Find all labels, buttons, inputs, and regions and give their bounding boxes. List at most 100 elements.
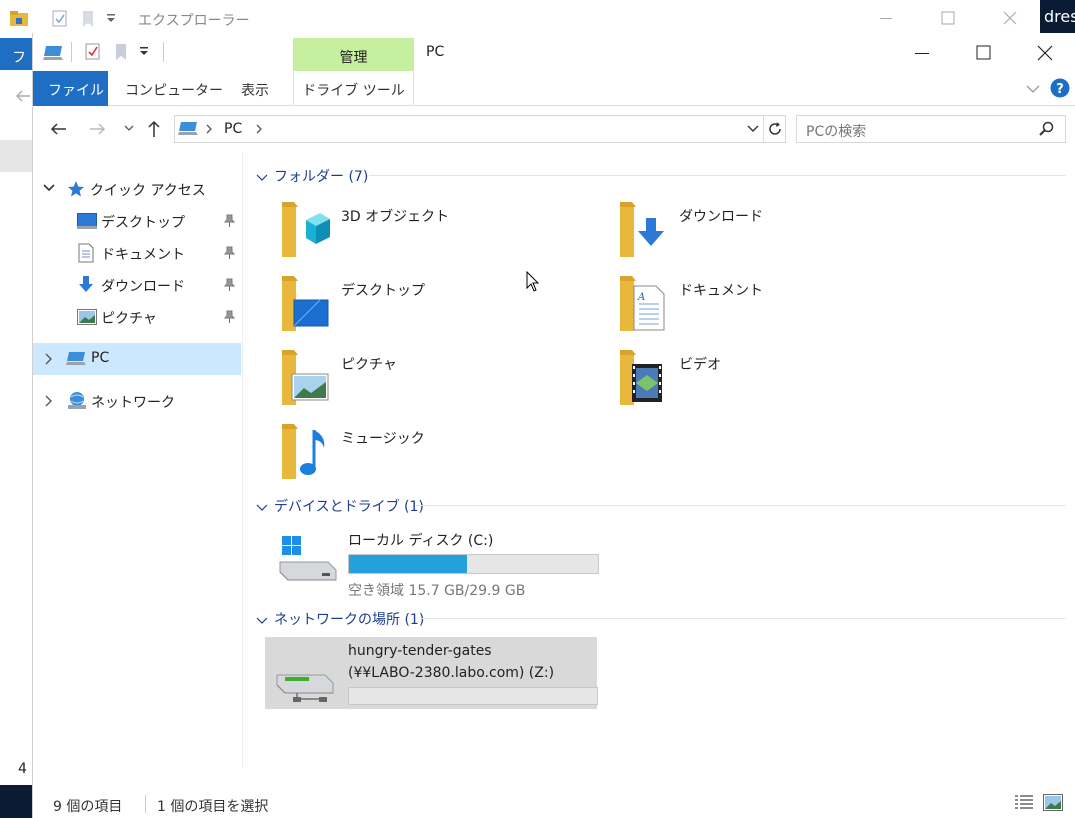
pin-icon[interactable] <box>223 310 235 324</box>
sidebar-item-downloads[interactable]: ダウンロード <box>33 269 241 301</box>
background-file-tab: ファ <box>0 38 34 70</box>
tab-computer[interactable]: コンピューター <box>125 71 223 106</box>
computer-icon <box>66 351 88 367</box>
tab-drive-tools[interactable]: ドライブ ツール <box>293 71 414 106</box>
large-icons-view-icon[interactable] <box>1043 794 1063 812</box>
3d-objects-folder-icon <box>280 200 330 260</box>
svg-text:?: ? <box>1056 82 1064 97</box>
folder-item-documents[interactable]: A ドキュメント <box>618 274 918 338</box>
pin-icon[interactable] <box>223 214 235 228</box>
title-bar: 管理 PC <box>33 33 1075 71</box>
folder-label: ダウンロード <box>679 209 763 225</box>
sidebar-item-documents[interactable]: ドキュメント <box>33 237 241 269</box>
sidebar-item-label: ドキュメント <box>101 247 185 263</box>
folder-item-videos[interactable]: ビデオ <box>618 348 918 412</box>
forward-button[interactable] <box>89 121 107 137</box>
maximize-button[interactable] <box>971 43 997 63</box>
back-button[interactable] <box>49 121 67 137</box>
network-drive-usage-bar <box>348 687 598 705</box>
folder-item-music[interactable]: ミュージック <box>280 422 580 486</box>
group-collapse-chevron-icon[interactable] <box>256 504 268 512</box>
drive-name: ローカル ディスク (C:) <box>348 533 494 549</box>
sidebar-item-label: ピクチャ <box>101 311 157 327</box>
refresh-icon[interactable] <box>767 121 783 137</box>
navigation-pane: クイック アクセス デスクトップ ドキュメント ダウンロード ピクチャ PC ネ… <box>33 152 243 768</box>
content-pane: フォルダー (7) 3D オブジェクト ダウンロード デスクトップ A ドキュメ… <box>244 152 1075 768</box>
breadcrumb-separator-icon[interactable] <box>255 124 263 134</box>
folder-label: ピクチャ <box>341 357 397 373</box>
tab-file[interactable]: ファイル <box>33 71 108 106</box>
sidebar-item-label: ダウンロード <box>101 279 185 295</box>
pin-icon[interactable] <box>223 278 235 292</box>
computer-icon <box>178 121 200 137</box>
chevron-right-icon[interactable] <box>45 395 53 407</box>
drive-free-space: 空き領域 15.7 GB/29.9 GB <box>348 583 526 599</box>
document-icon <box>78 243 94 263</box>
drive-usage-fill <box>349 555 468 573</box>
navigation-bar: PC PCの検索 <box>33 107 1075 151</box>
search-placeholder: PCの検索 <box>806 124 867 140</box>
network-drive-icon <box>275 661 335 705</box>
search-icon[interactable] <box>1038 121 1054 137</box>
close-button[interactable] <box>1032 43 1058 63</box>
chevron-right-icon[interactable] <box>45 353 53 365</box>
local-disk-icon <box>278 536 338 582</box>
network-drive-item-z[interactable]: hungry-tender-gates (¥¥LABO-2380.labo.co… <box>265 637 598 709</box>
sidebar-item-pc[interactable]: PC <box>33 343 241 375</box>
folder-item-desktop[interactable]: デスクトップ <box>280 274 580 338</box>
downloads-folder-icon <box>618 200 668 260</box>
pin-icon[interactable] <box>223 246 235 260</box>
picture-icon <box>77 309 97 325</box>
sidebar-item-quick-access[interactable]: クイック アクセス <box>33 173 241 205</box>
back-arrow-icon <box>14 88 32 104</box>
customize-toolbar-icon[interactable] <box>139 47 149 57</box>
videos-folder-icon <box>618 348 668 408</box>
minimize-button[interactable] <box>909 43 935 63</box>
close-icon <box>1002 10 1018 26</box>
tab-view[interactable]: 表示 <box>241 71 269 106</box>
folder-icon <box>10 10 28 26</box>
chevron-down-icon <box>106 14 116 24</box>
sidebar-item-desktop[interactable]: デスクトップ <box>33 205 241 237</box>
group-collapse-chevron-icon[interactable] <box>256 174 268 182</box>
address-bar[interactable]: PC <box>174 115 786 143</box>
help-icon[interactable]: ? <box>1050 78 1070 98</box>
properties-icon[interactable] <box>85 43 101 61</box>
folder-item-pictures[interactable]: ピクチャ <box>280 348 580 412</box>
group-collapse-chevron-icon[interactable] <box>256 617 268 625</box>
details-view-icon[interactable] <box>1014 794 1034 812</box>
explorer-window: 管理 PC ファイル コンピューター 表示 ドライブ ツール ? PC PCの検… <box>32 33 1075 818</box>
search-box[interactable]: PCの検索 <box>796 115 1066 143</box>
folder-label: ビデオ <box>679 357 721 373</box>
folder-item-3d-objects[interactable]: 3D オブジェクト <box>280 200 580 264</box>
desktop-icon <box>77 213 97 229</box>
checkbox-icon <box>52 10 68 28</box>
folders-group-header[interactable]: フォルダー (7) <box>274 166 368 186</box>
recent-locations-chevron-icon[interactable] <box>124 125 134 133</box>
sidebar-item-label: クイック アクセス <box>90 183 206 199</box>
drive-usage-bar <box>348 554 599 574</box>
folder-label: ドキュメント <box>679 283 763 299</box>
breadcrumb-separator-icon <box>205 124 213 134</box>
expand-ribbon-chevron-icon[interactable] <box>1025 83 1041 95</box>
devices-group-header[interactable]: デバイスとドライブ (1) <box>274 496 424 516</box>
new-folder-icon[interactable] <box>115 43 127 61</box>
download-arrow-icon <box>78 275 94 293</box>
folder-label: ミュージック <box>341 431 425 447</box>
pictures-folder-icon <box>280 348 330 408</box>
up-button[interactable] <box>147 120 161 138</box>
status-bar: 9 個の項目 1 個の項目を選択 <box>33 785 1075 818</box>
address-history-chevron-icon[interactable] <box>747 125 759 134</box>
window-title: PC <box>426 44 445 60</box>
breadcrumb-pc[interactable]: PC <box>224 121 242 137</box>
network-locations-group-header[interactable]: ネットワークの場所 (1) <box>274 609 424 629</box>
sidebar-item-label: PC <box>91 350 110 366</box>
bookmark-icon <box>82 10 94 28</box>
sidebar-item-network[interactable]: ネットワーク <box>33 385 241 417</box>
folder-item-downloads[interactable]: ダウンロード <box>618 200 918 264</box>
ribbon-tabs: ファイル コンピューター 表示 ドライブ ツール ? <box>33 71 1075 106</box>
drive-item-c[interactable]: ローカル ディスク (C:) 空き領域 15.7 GB/29.9 GB <box>268 524 599 599</box>
sidebar-item-label: デスクトップ <box>101 215 185 231</box>
sidebar-item-pictures[interactable]: ピクチャ <box>33 301 241 333</box>
chevron-down-icon[interactable] <box>43 184 55 193</box>
